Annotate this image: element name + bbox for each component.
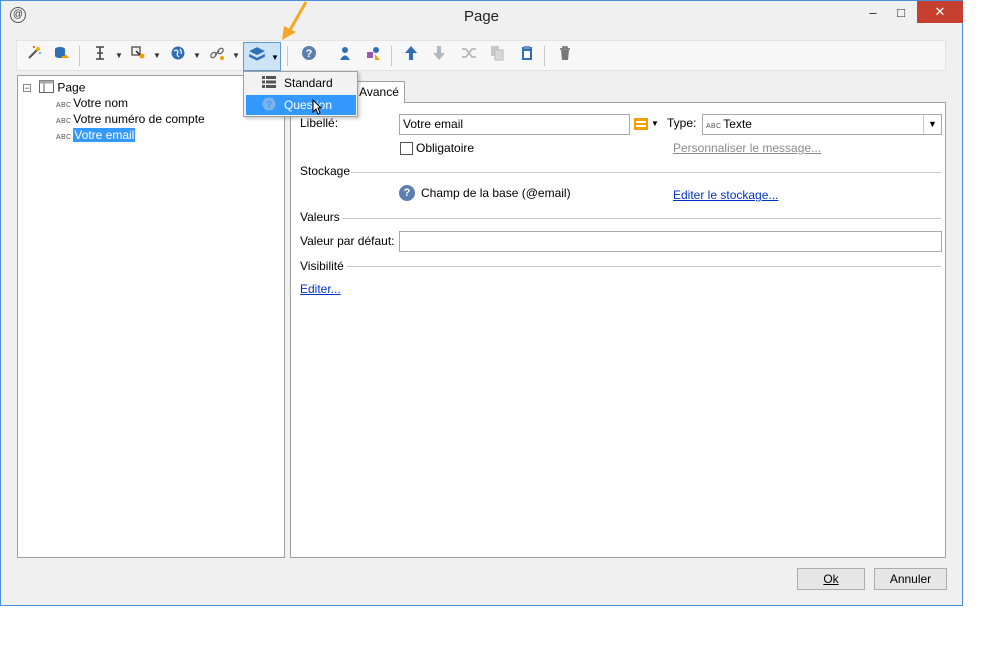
tree-node-label: Votre nom (73, 96, 128, 110)
section-divider (347, 266, 941, 267)
page-tree: − Page ABC Votre nom ABC Votre numéro de c… (17, 75, 285, 558)
obligatoire-checkbox[interactable] (400, 142, 413, 155)
toolbar-separator (79, 46, 80, 66)
visibilite-section-title: Visibilité (300, 259, 344, 273)
dialog-window: @ Page – □ ✕ ▼ ▼ ▼ ▼ ▼ ? Standard ? Ques… (0, 0, 963, 606)
tab-avance[interactable]: Avancé (353, 81, 405, 103)
title-bar: @ Page – □ ✕ (1, 1, 963, 31)
svg-text:?: ? (306, 48, 313, 60)
container-dropdown-button[interactable]: ▼ (243, 42, 281, 71)
valeur-defaut-label: Valeur par défaut: (300, 234, 395, 248)
user-icon[interactable] (334, 45, 356, 67)
copy-icon[interactable] (486, 45, 508, 67)
mouse-cursor-icon (312, 98, 323, 121)
paste-icon[interactable] (516, 45, 538, 67)
chevron-down-icon: ▼ (271, 53, 279, 62)
libelle-input[interactable]: Votre email (399, 114, 630, 135)
toolbar-separator (287, 46, 288, 66)
link-icon[interactable] (206, 45, 228, 67)
container-dropdown-menu: Standard ? Question (243, 71, 358, 117)
menu-item-label: Standard (284, 76, 333, 90)
tree-node-label: Votre email (73, 128, 136, 142)
tree-node[interactable]: ABC Votre numéro de compte (56, 112, 205, 127)
toolbar-separator (391, 46, 392, 66)
ok-button-label: Ok (823, 572, 839, 586)
help-icon[interactable]: ? (298, 45, 320, 67)
personnaliser-message-link[interactable]: Personnaliser le message... (673, 141, 821, 155)
wand-icon[interactable] (23, 45, 45, 67)
section-divider (351, 172, 941, 173)
database-icon[interactable] (50, 45, 72, 67)
annotation-arrow-icon (280, 0, 310, 42)
tree-node[interactable]: ABC Votre nom (56, 96, 128, 111)
svg-text:?: ? (266, 100, 272, 111)
annuler-button[interactable]: Annuler (874, 568, 947, 590)
stockage-section-title: Stockage (300, 164, 351, 178)
text-style-icon[interactable] (633, 116, 649, 135)
valeurs-section-title: Valeurs (300, 210, 340, 224)
toolbar-separator (544, 46, 545, 66)
chevron-down-icon[interactable]: ▼ (192, 45, 202, 67)
type-label: Type: (667, 116, 697, 130)
editer-stockage-link[interactable]: Editer le stockage... (673, 188, 778, 202)
arrow-down-icon[interactable] (428, 45, 450, 67)
chevron-down-icon: ▼ (923, 115, 941, 134)
ok-button[interactable]: Ok (797, 568, 865, 590)
globe-icon[interactable] (167, 45, 189, 67)
valeur-defaut-input[interactable] (399, 231, 942, 252)
chevron-down-icon[interactable]: ▼ (152, 45, 162, 67)
list-icon (262, 75, 276, 90)
annuler-button-label: Annuler (889, 572, 932, 586)
properties-panel (290, 102, 946, 558)
obligatoire-label: Obligatoire (416, 141, 475, 155)
tree-node-selected[interactable]: ABC Votre email (56, 128, 136, 143)
menu-item-standard[interactable]: Standard (246, 73, 356, 93)
chevron-down-icon[interactable]: ▼ (651, 119, 659, 128)
container-icon (248, 46, 266, 70)
text-type-icon: ABC (56, 102, 72, 109)
tree-node-label: Votre numéro de compte (73, 112, 205, 126)
shuffle-icon[interactable] (458, 45, 480, 67)
text-type-icon: ABC (56, 134, 72, 141)
trash-icon[interactable] (554, 45, 576, 67)
menu-item-question[interactable]: ? Question (246, 95, 356, 115)
text-cursor-icon[interactable] (89, 45, 111, 67)
collapse-icon[interactable]: − (23, 84, 31, 93)
window-title: Page (463, 8, 500, 25)
page-icon (39, 80, 54, 97)
type-select[interactable]: ABC Texte ▼ (702, 114, 942, 135)
section-divider (342, 218, 941, 219)
arrow-up-icon[interactable] (400, 45, 422, 67)
maximize-button[interactable]: □ (887, 2, 915, 24)
help-icon: ? (399, 185, 415, 201)
chevron-down-icon[interactable]: ▼ (231, 45, 241, 67)
text-type-icon: ABC (56, 118, 72, 125)
form-field-icon[interactable] (127, 45, 149, 67)
close-button[interactable]: ✕ (917, 1, 963, 23)
shapes-icon[interactable] (362, 45, 384, 67)
type-select-value: Texte (723, 117, 752, 131)
menu-item-label: Question (284, 98, 333, 112)
question-icon: ? (262, 97, 276, 112)
champ-base-text: Champ de la base (@email) (421, 186, 571, 200)
toolbar: ▼ ▼ ▼ ▼ ▼ ? (16, 40, 946, 71)
tree-node-page[interactable]: Page (39, 80, 85, 95)
minimize-button[interactable]: – (859, 2, 887, 24)
tree-node-label: Page (57, 80, 86, 95)
editer-visibilite-link[interactable]: Editer... (300, 282, 341, 296)
text-type-icon: ABC (706, 123, 722, 130)
chevron-down-icon[interactable]: ▼ (114, 45, 124, 67)
